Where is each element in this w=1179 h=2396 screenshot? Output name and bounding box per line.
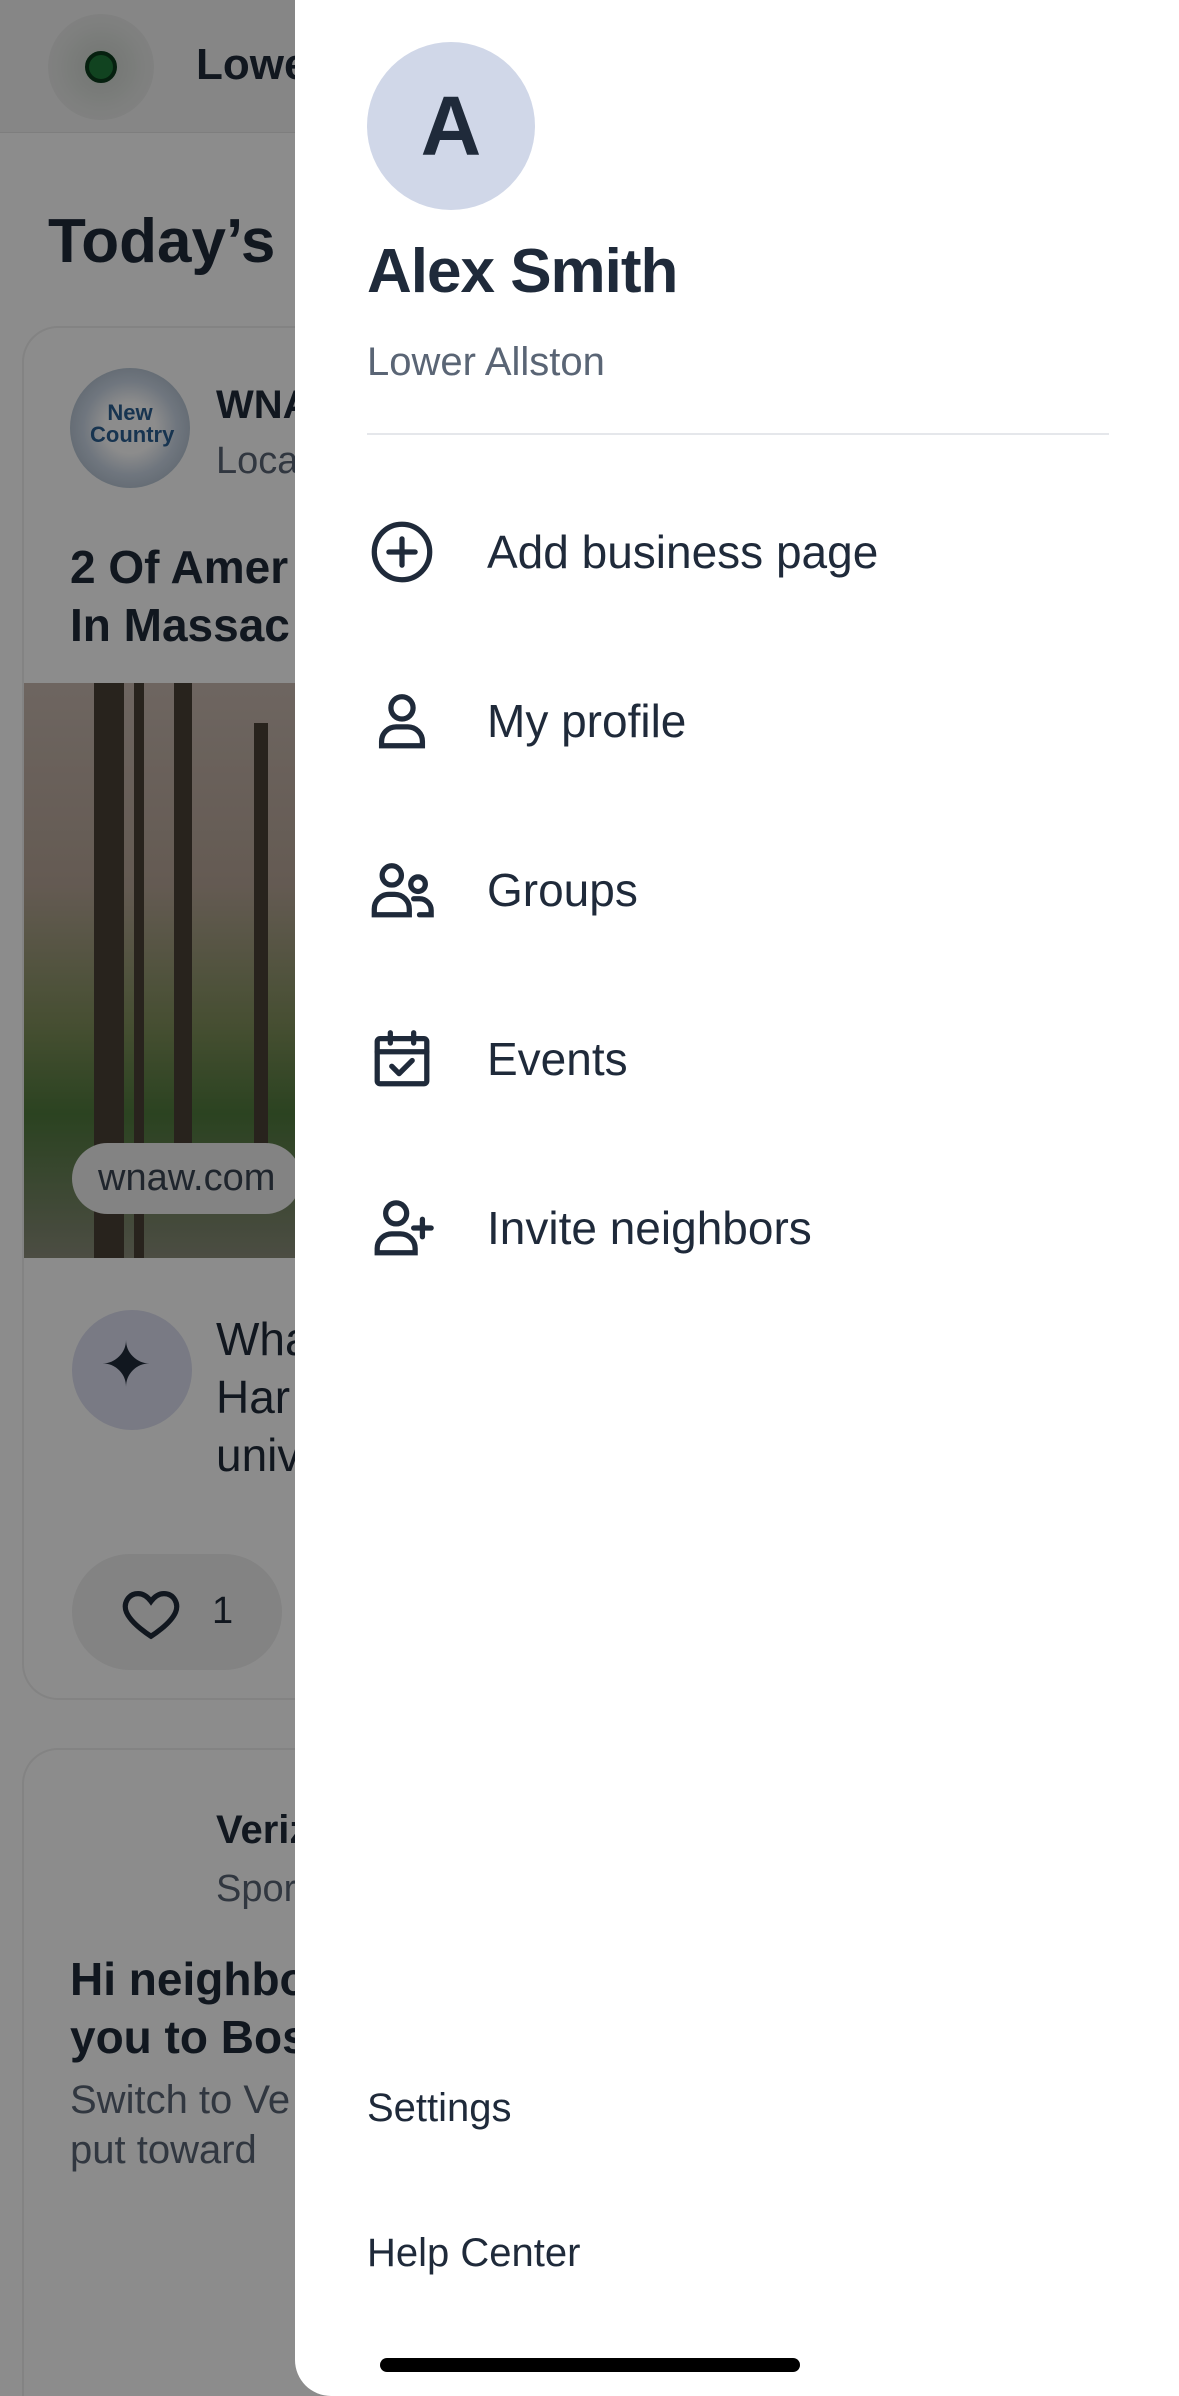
- menu-item-label: Add business page: [487, 526, 879, 578]
- home-indicator[interactable]: [380, 2358, 800, 2372]
- person-add-icon: [367, 1193, 437, 1263]
- calendar-check-icon: [367, 1024, 437, 1094]
- help-center-link[interactable]: Help Center: [367, 2231, 580, 2276]
- menu-item-label: Events: [487, 1033, 628, 1085]
- person-icon: [367, 686, 437, 756]
- side-drawer: A Alex Smith Lower Allston Add business …: [295, 0, 1179, 2396]
- menu-item-invite-neighbors[interactable]: Invite neighbors: [367, 1168, 1109, 1288]
- plus-circle-icon: [367, 517, 437, 587]
- avatar[interactable]: A: [367, 42, 535, 210]
- user-location: Lower Allston: [367, 340, 605, 384]
- user-name[interactable]: Alex Smith: [367, 236, 678, 307]
- menu-item-my-profile[interactable]: My profile: [367, 661, 1109, 781]
- menu-item-groups[interactable]: Groups: [367, 830, 1109, 950]
- divider: [367, 433, 1109, 435]
- menu-item-label: My profile: [487, 695, 687, 747]
- menu-item-label: Groups: [487, 864, 638, 916]
- menu-item-label: Invite neighbors: [487, 1202, 812, 1254]
- menu-item-add-business-page[interactable]: Add business page: [367, 492, 1109, 612]
- groups-icon: [367, 855, 437, 925]
- menu-item-events[interactable]: Events: [367, 999, 1109, 1119]
- settings-link[interactable]: Settings: [367, 2086, 512, 2131]
